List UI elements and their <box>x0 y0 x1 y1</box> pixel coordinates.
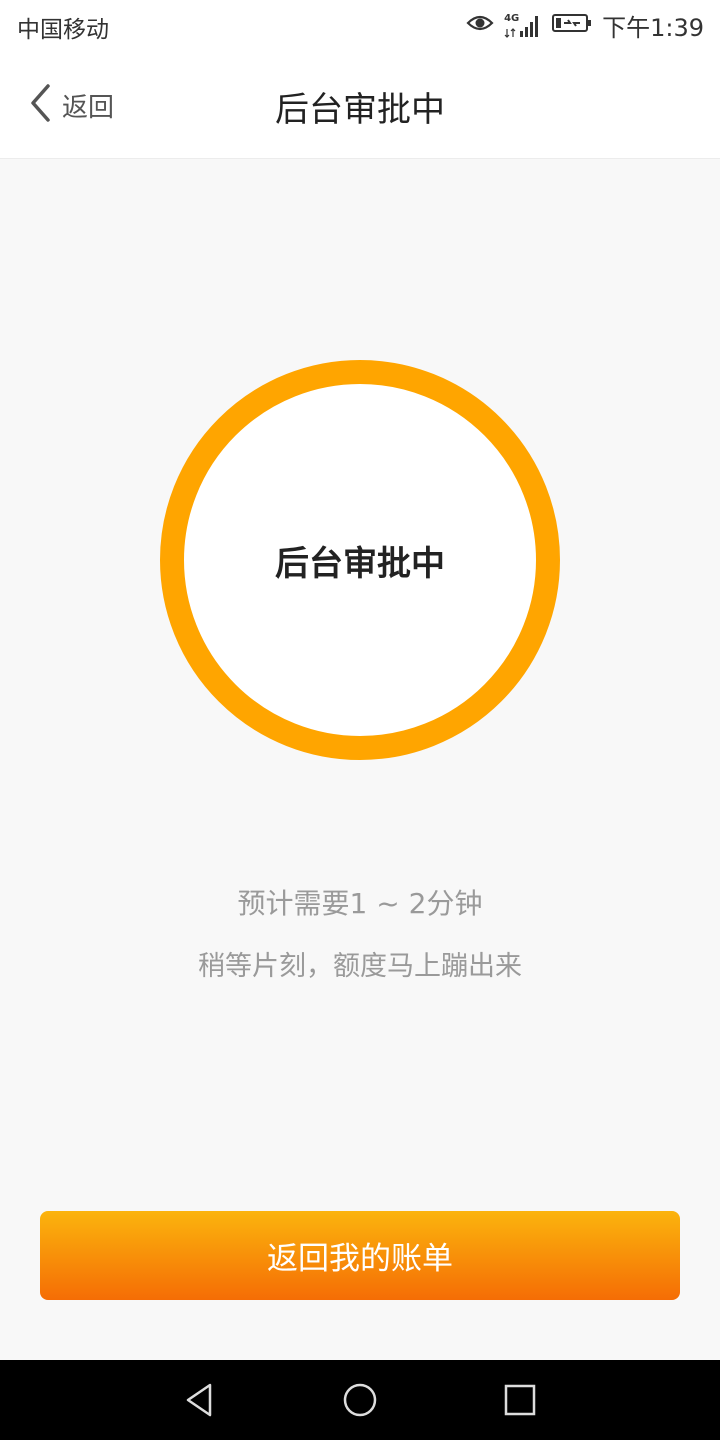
status-icons: 4G 下午1:39 <box>466 8 704 43</box>
square-recents-icon[interactable] <box>500 1380 540 1420</box>
triangle-back-icon[interactable] <box>180 1380 220 1420</box>
approval-status-text: 后台审批中 <box>275 543 445 584</box>
status-bar: 中国移动 4G 下午1:39 <box>0 0 720 52</box>
battery-charging-icon <box>552 13 592 39</box>
signal-icon: 4G <box>504 13 542 39</box>
estimated-time-text: 预计需要1 ~ 2分钟 <box>237 887 483 920</box>
header-bar: 返回 后台审批中 <box>0 52 720 159</box>
clock: 下午1:39 <box>602 14 704 42</box>
system-nav-bar <box>0 1360 720 1440</box>
carrier-name: 中国移动 <box>17 17 109 43</box>
page-title: 后台审批中 <box>275 90 445 130</box>
wait-message-text: 稍等片刻，额度马上蹦出来 <box>198 951 522 982</box>
eye-icon <box>466 13 494 39</box>
return-to-bills-button[interactable]: 返回我的账单 <box>40 1211 680 1300</box>
approval-status-ring: 后台审批中 <box>160 360 560 760</box>
return-to-bills-label: 返回我的账单 <box>267 1241 453 1277</box>
circle-home-icon[interactable] <box>340 1380 380 1420</box>
